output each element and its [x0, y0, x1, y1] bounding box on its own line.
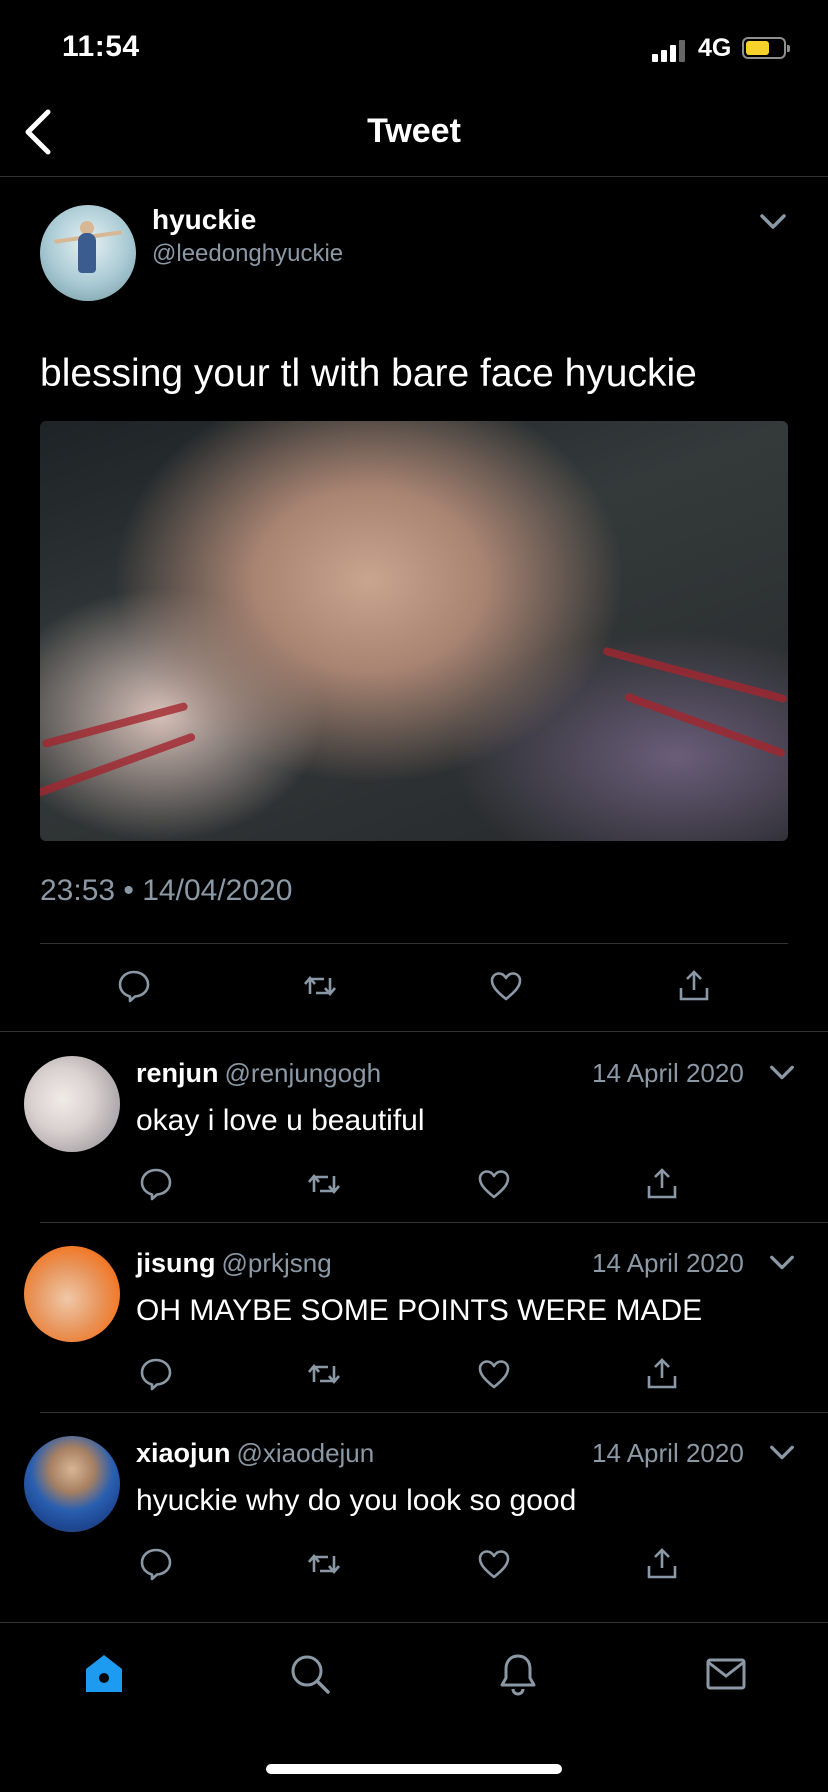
- divider: [40, 943, 788, 944]
- tab-bar-divider: [0, 1622, 828, 1623]
- reply-date: 14 April 2020: [592, 1058, 744, 1088]
- avatar[interactable]: [24, 1056, 120, 1152]
- divider: [40, 1412, 828, 1413]
- avatar[interactable]: [24, 1246, 120, 1342]
- page-title: Tweet: [367, 112, 461, 150]
- tweet-timestamp: 23:53 • 14/04/2020: [40, 874, 293, 907]
- divider: [0, 1031, 828, 1032]
- reply-text: hyuckie why do you look so good: [136, 1484, 577, 1517]
- signal-icon: [652, 38, 685, 62]
- home-icon[interactable]: [82, 1652, 126, 1696]
- reply-text: OH MAYBE SOME POINTS WERE MADE: [136, 1294, 703, 1327]
- reply-author-name[interactable]: xiaojun @xiaodejun: [136, 1438, 374, 1469]
- share-icon[interactable]: [644, 1166, 680, 1202]
- reply-icon[interactable]: [138, 1546, 174, 1582]
- chevron-down-icon[interactable]: [768, 1058, 796, 1086]
- header-divider: [0, 176, 828, 177]
- reply-name[interactable]: xiaojun: [136, 1438, 231, 1468]
- share-icon[interactable]: [644, 1546, 680, 1582]
- home-indicator: [266, 1764, 562, 1774]
- battery-icon: [742, 37, 790, 59]
- retweet-icon[interactable]: [306, 1356, 342, 1392]
- like-icon[interactable]: [488, 968, 524, 1004]
- tweet-photo[interactable]: [40, 421, 788, 841]
- share-icon[interactable]: [676, 968, 712, 1004]
- like-icon[interactable]: [476, 1166, 512, 1202]
- reply-icon[interactable]: [138, 1166, 174, 1202]
- reply-date: 14 April 2020: [592, 1248, 744, 1278]
- chevron-down-icon[interactable]: [768, 1438, 796, 1466]
- reply-author-name[interactable]: jisung @prkjsng: [136, 1248, 332, 1279]
- messages-icon[interactable]: [704, 1652, 748, 1696]
- reply-name[interactable]: jisung: [136, 1248, 216, 1278]
- search-icon[interactable]: [288, 1652, 332, 1696]
- reply-author-name[interactable]: renjun @renjungogh: [136, 1058, 381, 1089]
- avatar[interactable]: [40, 205, 136, 301]
- chevron-down-icon[interactable]: [768, 1248, 796, 1276]
- reply-handle[interactable]: @renjungogh: [225, 1058, 382, 1088]
- reply-handle[interactable]: @prkjsng: [222, 1248, 332, 1278]
- tweet-text: blessing your tl with bare face hyuckie: [40, 352, 697, 395]
- reply-icon[interactable]: [138, 1356, 174, 1392]
- retweet-icon[interactable]: [306, 1546, 342, 1582]
- network-type: 4G: [698, 34, 732, 62]
- chevron-down-icon[interactable]: [758, 206, 788, 236]
- notifications-icon[interactable]: [496, 1652, 540, 1696]
- reply-date: 14 April 2020: [592, 1438, 744, 1468]
- reply-name[interactable]: renjun: [136, 1058, 219, 1088]
- share-icon[interactable]: [644, 1356, 680, 1392]
- reply-icon[interactable]: [116, 968, 152, 1004]
- status-time: 11:54: [62, 30, 140, 63]
- retweet-icon[interactable]: [306, 1166, 342, 1202]
- divider: [40, 1222, 828, 1223]
- like-icon[interactable]: [476, 1356, 512, 1392]
- author-name[interactable]: hyuckie: [152, 204, 256, 236]
- avatar[interactable]: [24, 1436, 120, 1532]
- author-handle[interactable]: @leedonghyuckie: [152, 240, 343, 268]
- like-icon[interactable]: [476, 1546, 512, 1582]
- reply-text: okay i love u beautiful: [136, 1104, 425, 1137]
- retweet-icon[interactable]: [302, 968, 338, 1004]
- reply-handle[interactable]: @xiaodejun: [237, 1438, 375, 1468]
